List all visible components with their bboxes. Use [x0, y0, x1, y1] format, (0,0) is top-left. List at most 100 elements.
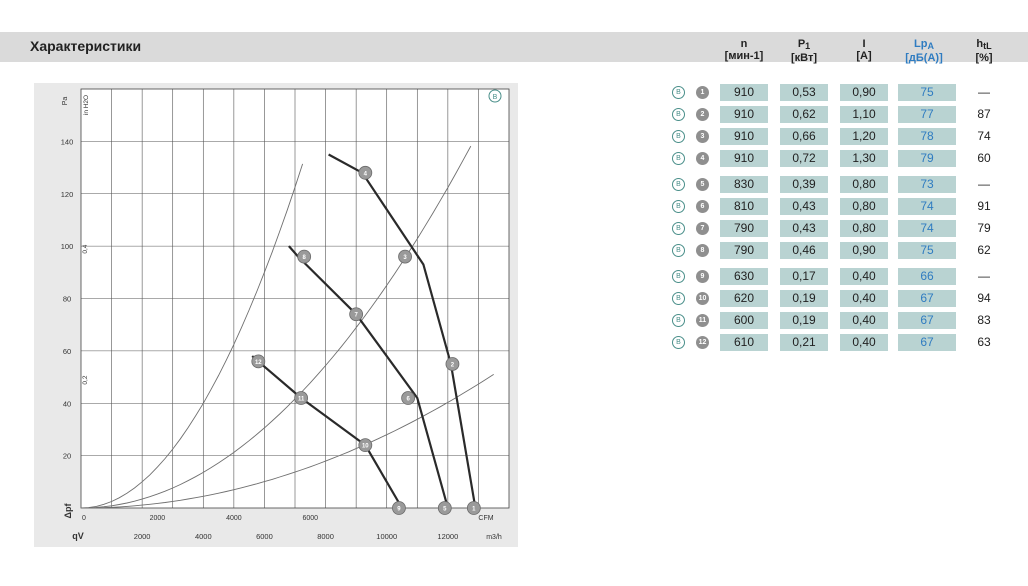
- cell-i: 1,10: [840, 106, 888, 123]
- cell-n: 810: [720, 198, 768, 215]
- table-row: B 8 790 0,46 0,90 75 62: [672, 242, 1012, 259]
- cell-i: 1,20: [840, 128, 888, 145]
- cell-i: 0,40: [840, 290, 888, 307]
- cell-htl: 74: [960, 128, 1008, 145]
- cell-p1: 0,21: [780, 334, 828, 351]
- header-htl-sub: tL: [983, 41, 992, 51]
- cell-p1: 0,66: [780, 128, 828, 145]
- cell-p1: 0,62: [780, 106, 828, 123]
- cell-lpa: 73: [898, 176, 956, 193]
- cell-htl: 60: [960, 150, 1008, 167]
- characteristic-chart-svg: 123456789101112204060801001201400,20,4Pa…: [61, 88, 510, 541]
- cell-htl: 79: [960, 220, 1008, 237]
- header-lpa-unit: [дБ(A)]: [905, 52, 943, 64]
- y-tick-right-label: 0,4: [82, 244, 89, 253]
- operating-point-label: 10: [362, 444, 369, 450]
- row-number-icon: 4: [696, 152, 709, 165]
- cell-htl: 91: [960, 198, 1008, 215]
- table-row: B 6 810 0,43 0,80 74 91: [672, 198, 1012, 215]
- table-row: B 9 630 0,17 0,40 66—: [672, 268, 1012, 285]
- b-badge-icon: B: [672, 244, 685, 257]
- cell-lpa: 75: [898, 242, 956, 259]
- b-badge-icon: B: [672, 86, 685, 99]
- b-badge-icon: B: [672, 152, 685, 165]
- header-p1-unit: [кВт]: [790, 52, 818, 64]
- row-number-icon: 6: [696, 200, 709, 213]
- row-number-icon: 11: [696, 314, 709, 327]
- cell-i: 0,80: [840, 198, 888, 215]
- header-lpa-sub: A: [927, 41, 934, 51]
- row-number-icon: 3: [696, 130, 709, 143]
- cell-lpa: 75: [898, 84, 956, 101]
- cell-n: 600: [720, 312, 768, 329]
- cell-lpa: 74: [898, 220, 956, 237]
- y-tick-label: 140: [61, 137, 74, 146]
- table-row: B 7 790 0,43 0,80 74 79: [672, 220, 1012, 237]
- table-row: B 5 830 0,39 0,80 73—: [672, 176, 1012, 193]
- cell-i: 0,80: [840, 220, 888, 237]
- x-unit-bottom: m3/h: [486, 534, 502, 541]
- cell-i: 1,30: [840, 150, 888, 167]
- cell-lpa: 77: [898, 106, 956, 123]
- cell-p1: 0,17: [780, 268, 828, 285]
- header-i-label: I: [862, 38, 866, 50]
- cell-htl: —: [960, 84, 1008, 101]
- y-tick-label: 80: [63, 295, 71, 304]
- row-number-icon: 2: [696, 108, 709, 121]
- cell-i: 0,80: [840, 176, 888, 193]
- x-tick-top-label: 6000: [302, 515, 318, 522]
- cell-n: 910: [720, 106, 768, 123]
- b-badge-icon: B: [672, 270, 685, 283]
- table-row: B 10 620 0,19 0,40 67 94: [672, 290, 1012, 307]
- cell-n: 610: [720, 334, 768, 351]
- header-lpa: LpA [дБ(A)]: [896, 38, 952, 64]
- row-number-icon: 10: [696, 292, 709, 305]
- cell-n: 630: [720, 268, 768, 285]
- cell-p1: 0,43: [780, 198, 828, 215]
- x-tick-bottom-label: 10000: [376, 532, 397, 541]
- table-row: B 1 910 0,53 0,90 75—: [672, 84, 1012, 101]
- cell-i: 0,40: [840, 334, 888, 351]
- x-tick-bottom-label: 6000: [256, 532, 273, 541]
- y-tick-label: 100: [61, 242, 74, 251]
- row-number-icon: 8: [696, 244, 709, 257]
- b-badge-icon: B: [672, 178, 685, 191]
- cell-htl: 62: [960, 242, 1008, 259]
- x-tick-top-label: 4000: [226, 515, 242, 522]
- cell-htl: 63: [960, 334, 1008, 351]
- row-number-icon: 5: [696, 178, 709, 191]
- x-tick-top-label: 2000: [150, 515, 166, 522]
- cell-p1: 0,39: [780, 176, 828, 193]
- header-n: n [мин-1]: [722, 38, 766, 62]
- header-n-unit: [мин-1]: [724, 50, 764, 62]
- cell-p1: 0,43: [780, 220, 828, 237]
- cell-n: 790: [720, 220, 768, 237]
- y-axis-label: Δpf: [63, 503, 73, 519]
- cell-n: 910: [720, 128, 768, 145]
- cell-p1: 0,19: [780, 312, 828, 329]
- table-row: B 4 910 0,72 1,30 79 60: [672, 150, 1012, 167]
- cell-n: 620: [720, 290, 768, 307]
- table-row: B 11 600 0,19 0,40 67 83: [672, 312, 1012, 329]
- table-row: B 12 610 0,21 0,40 67 63: [672, 334, 1012, 351]
- header-htl: htL [%]: [962, 38, 1006, 64]
- row-number-icon: 7: [696, 222, 709, 235]
- cell-n: 910: [720, 84, 768, 101]
- x-tick-bottom-label: 4000: [195, 532, 212, 541]
- cell-lpa: 78: [898, 128, 956, 145]
- cell-i: 0,40: [840, 268, 888, 285]
- cell-lpa: 67: [898, 334, 956, 351]
- cell-lpa: 74: [898, 198, 956, 215]
- header-i: I [A]: [842, 38, 886, 62]
- x-tick-bottom-label: 12000: [437, 532, 458, 541]
- x-tick-bottom-label: 8000: [317, 532, 334, 541]
- y-tick-label: 120: [61, 190, 74, 199]
- cell-n: 790: [720, 242, 768, 259]
- section-title: Характеристики: [30, 38, 142, 54]
- x-tick-bottom-label: 2000: [134, 532, 151, 541]
- cell-htl: 87: [960, 106, 1008, 123]
- b-badge-icon: B: [672, 314, 685, 327]
- cell-lpa: 66: [898, 268, 956, 285]
- table-row: B 3 910 0,66 1,20 78 74: [672, 128, 1012, 145]
- characteristic-chart: 1 2 3 4 5 6 7 8 9 10 11 12 20 40 60 80 100 120 140 0,2 0,4 Pa…: [34, 83, 518, 547]
